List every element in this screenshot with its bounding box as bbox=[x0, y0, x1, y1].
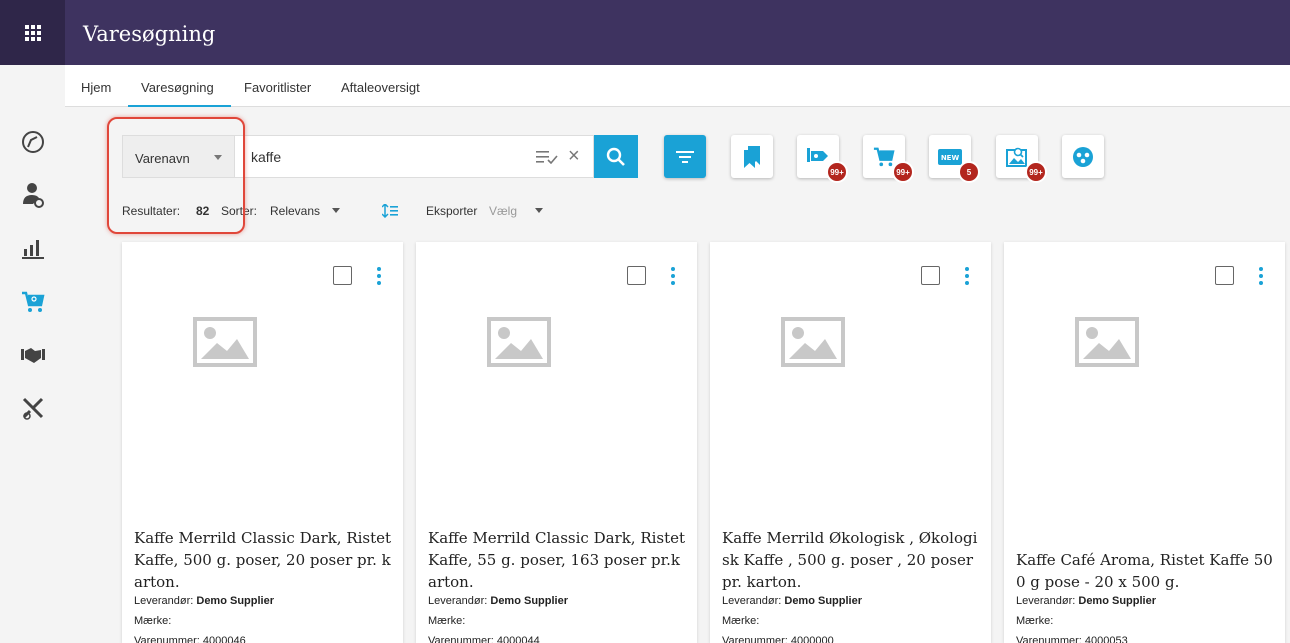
item-number-line: Varenummer: 4000053 bbox=[1016, 635, 1128, 643]
select-checkbox[interactable] bbox=[921, 266, 940, 285]
product-title[interactable]: Kaffe Café Aroma, Ristet Kaffe 500 g pos… bbox=[1016, 549, 1274, 593]
app-header: Varesøgning bbox=[0, 0, 1290, 65]
item-number-line: Varenummer: 4000044 bbox=[428, 635, 540, 643]
brand-line: Mærke: bbox=[428, 615, 466, 627]
filter-icon bbox=[676, 150, 694, 163]
tag-button[interactable]: 99+ bbox=[797, 135, 848, 183]
tab-agreements[interactable]: Aftaleoversigt bbox=[341, 80, 420, 95]
export-select[interactable]: Vælg bbox=[489, 204, 544, 218]
image-search-count-badge: 99+ bbox=[1025, 161, 1047, 183]
active-tab-indicator bbox=[128, 105, 231, 107]
groups-icon bbox=[1073, 146, 1093, 167]
search-button[interactable] bbox=[594, 135, 638, 178]
cart-icon bbox=[873, 147, 895, 166]
image-placeholder-icon bbox=[193, 317, 257, 367]
cart-count-badge: 99+ bbox=[892, 161, 914, 183]
more-menu-icon[interactable] bbox=[668, 266, 678, 286]
image-placeholder-icon bbox=[487, 317, 551, 367]
chevron-down-icon bbox=[332, 208, 341, 213]
search-field-select[interactable]: Varenavn bbox=[122, 135, 234, 178]
tag-icon bbox=[807, 147, 828, 162]
list-check-icon[interactable] bbox=[536, 150, 558, 164]
more-menu-icon[interactable] bbox=[962, 266, 972, 286]
sort-value: Relevans bbox=[270, 204, 321, 218]
brand-line: Mærke: bbox=[134, 615, 172, 627]
brand-line: Mærke: bbox=[1016, 615, 1054, 627]
user-settings-icon bbox=[23, 183, 44, 208]
product-title[interactable]: Kaffe Merrild Classic Dark, Ristet Kaffe… bbox=[428, 527, 686, 593]
select-checkbox[interactable] bbox=[1215, 266, 1234, 285]
supplier-line: Leverandør: Demo Supplier bbox=[428, 595, 568, 607]
rail-agreements[interactable] bbox=[16, 338, 50, 372]
more-menu-icon[interactable] bbox=[374, 266, 384, 286]
chevron-down-icon bbox=[214, 155, 222, 160]
bookmark-button[interactable] bbox=[731, 135, 773, 178]
airplane-icon bbox=[22, 397, 44, 420]
image-search-icon bbox=[1006, 147, 1027, 167]
item-number-line: Varenummer: 4000000 bbox=[722, 635, 834, 643]
sort-select[interactable]: Relevans bbox=[270, 204, 341, 218]
svg-text:NEW: NEW bbox=[941, 154, 960, 162]
product-card[interactable]: Kaffe Merrild Classic Dark, Ristet Kaffe… bbox=[122, 242, 403, 643]
new-items-button[interactable]: NEW 5 bbox=[929, 135, 980, 183]
clear-icon[interactable]: × bbox=[568, 146, 580, 166]
sort-order-icon bbox=[381, 202, 398, 219]
groups-button[interactable] bbox=[1062, 135, 1104, 178]
compass-icon bbox=[22, 131, 44, 153]
bookmarks-icon bbox=[744, 145, 760, 168]
sort-direction-button[interactable] bbox=[381, 202, 398, 221]
tag-count-badge: 99+ bbox=[826, 161, 848, 183]
supplier-line: Leverandør: Demo Supplier bbox=[722, 595, 862, 607]
select-checkbox[interactable] bbox=[627, 266, 646, 285]
results-count: 82 bbox=[196, 204, 210, 218]
bar-chart-icon bbox=[22, 240, 44, 259]
new-count-badge: 5 bbox=[958, 161, 980, 183]
cart-search-icon bbox=[22, 291, 45, 312]
tab-product-search[interactable]: Varesøgning bbox=[141, 80, 214, 95]
search-field-select-value: Varenavn bbox=[135, 151, 190, 166]
select-checkbox[interactable] bbox=[333, 266, 352, 285]
results-label: Resultater: bbox=[122, 204, 181, 218]
new-icon: NEW bbox=[938, 148, 962, 165]
apps-grid-icon bbox=[24, 24, 41, 41]
app-launcher-button[interactable] bbox=[0, 0, 65, 65]
export-label: Eksporter bbox=[426, 204, 478, 218]
side-rail bbox=[0, 65, 65, 643]
product-card[interactable]: Kaffe Café Aroma, Ristet Kaffe 500 g pos… bbox=[1004, 242, 1285, 643]
rail-users[interactable] bbox=[16, 178, 50, 212]
handshake-icon bbox=[21, 348, 45, 363]
product-card[interactable]: Kaffe Merrild Økologisk , Økologisk Kaff… bbox=[710, 242, 991, 643]
chevron-down-icon bbox=[535, 208, 544, 213]
search-icon bbox=[606, 147, 625, 166]
image-search-button[interactable]: 99+ bbox=[996, 135, 1047, 183]
cart-button[interactable]: 99+ bbox=[863, 135, 914, 183]
tab-home[interactable]: Hjem bbox=[81, 80, 111, 95]
page-title: Varesøgning bbox=[83, 22, 216, 46]
rail-dashboard[interactable] bbox=[16, 125, 50, 159]
brand-line: Mærke: bbox=[722, 615, 760, 627]
export-value: Vælg bbox=[489, 204, 518, 218]
product-title[interactable]: Kaffe Merrild Økologisk , Økologisk Kaff… bbox=[722, 527, 980, 593]
image-placeholder-icon bbox=[781, 317, 845, 367]
rail-reports[interactable] bbox=[16, 231, 50, 265]
filter-button[interactable] bbox=[664, 135, 706, 178]
image-placeholder-icon bbox=[1075, 317, 1139, 367]
more-menu-icon[interactable] bbox=[1256, 266, 1266, 286]
item-number-line: Varenummer: 4000046 bbox=[134, 635, 246, 643]
supplier-line: Leverandør: Demo Supplier bbox=[134, 595, 274, 607]
sort-label: Sorter: bbox=[221, 204, 258, 218]
tab-favorites[interactable]: Favoritlister bbox=[244, 80, 311, 95]
product-title[interactable]: Kaffe Merrild Classic Dark, Ristet Kaffe… bbox=[134, 527, 392, 593]
supplier-line: Leverandør: Demo Supplier bbox=[1016, 595, 1156, 607]
rail-travel[interactable] bbox=[16, 391, 50, 425]
rail-shopping[interactable] bbox=[16, 285, 50, 319]
product-card[interactable]: Kaffe Merrild Classic Dark, Ristet Kaffe… bbox=[416, 242, 697, 643]
nav-tabs: Hjem Varesøgning Favoritlister Aftaleove… bbox=[65, 65, 1290, 107]
